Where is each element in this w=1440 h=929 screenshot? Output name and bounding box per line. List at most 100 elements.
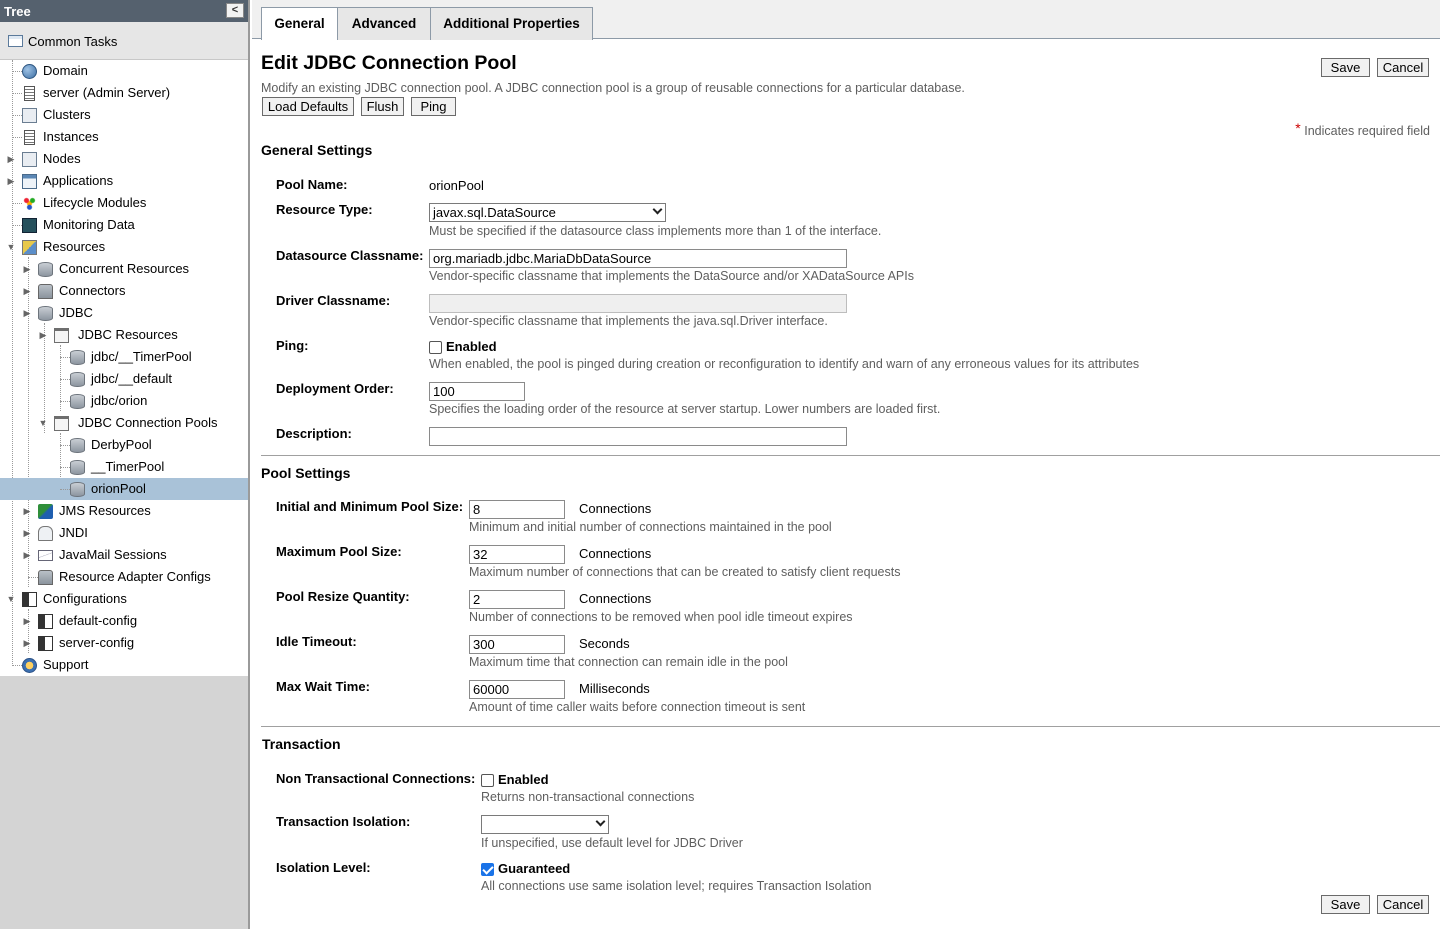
tree-item-label: DerbyPool	[91, 437, 152, 452]
max-pool-size-label: Maximum Pool Size:	[276, 544, 402, 559]
tree-body: Domain server (Admin Server) Clusters In…	[0, 60, 248, 676]
tree-item-jdbc-default[interactable]: jdbc/__default	[0, 368, 248, 390]
idle-timeout-input[interactable]	[469, 635, 565, 654]
tree-item-server-config[interactable]: ▶ server-config	[0, 632, 248, 654]
tree-item-derbypool[interactable]: DerbyPool	[0, 434, 248, 456]
expand-arrow-icon[interactable]: ▶	[38, 324, 48, 346]
max-pool-size-input[interactable]	[469, 545, 565, 564]
expand-arrow-icon[interactable]: ▶	[22, 632, 32, 654]
expand-arrow-icon[interactable]: ▶	[22, 500, 32, 522]
expand-arrow-icon[interactable]: ▶	[6, 148, 16, 170]
database-icon	[38, 262, 53, 277]
max-pool-size-unit: Connections	[579, 546, 652, 561]
tree-item-lifecycle-modules[interactable]: Lifecycle Modules	[0, 192, 248, 214]
pool-resize-quantity-input[interactable]	[469, 590, 565, 609]
tab-general[interactable]: General	[261, 7, 338, 40]
collapse-arrow-icon[interactable]: ▼	[6, 588, 16, 610]
transaction-isolation-select[interactable]	[481, 815, 609, 834]
tab-additional-properties[interactable]: Additional Properties	[430, 7, 593, 40]
resource-type-select[interactable]: javax.sql.DataSource	[429, 203, 666, 222]
description-label: Description:	[276, 426, 352, 441]
collapse-arrow-icon[interactable]: ▼	[6, 236, 16, 258]
flush-button[interactable]: Flush	[361, 97, 404, 116]
tree-item-monitoring-data[interactable]: Monitoring Data	[0, 214, 248, 236]
tree-item-resources[interactable]: ▼ Resources	[0, 236, 248, 258]
isolation-guaranteed-checkbox[interactable]	[481, 863, 494, 876]
description-input[interactable]	[429, 427, 847, 446]
tree-item-nodes[interactable]: ▶ Nodes	[0, 148, 248, 170]
expand-arrow-icon[interactable]: ▶	[6, 170, 16, 192]
initial-pool-size-input[interactable]	[469, 500, 565, 519]
pool-settings-heading: Pool Settings	[261, 465, 351, 481]
cancel-button-top[interactable]: Cancel	[1377, 58, 1429, 77]
configuration-icon	[38, 614, 53, 629]
tree-item-default-config[interactable]: ▶ default-config	[0, 610, 248, 632]
tree-item-clusters[interactable]: Clusters	[0, 104, 248, 126]
transaction-isolation-help: If unspecified, use default level for JD…	[481, 836, 743, 850]
datasource-classname-label: Datasource Classname:	[276, 248, 424, 263]
tree-item-label: __TimerPool	[91, 459, 165, 474]
tree-item-configurations[interactable]: ▼ Configurations	[0, 588, 248, 610]
expand-arrow-icon[interactable]: ▶	[22, 280, 32, 302]
tree-item-applications[interactable]: ▶ Applications	[0, 170, 248, 192]
pool-name-value: orionPool	[429, 178, 484, 193]
ping-enabled-checkbox[interactable]	[429, 341, 442, 354]
tree-item-javamail-sessions[interactable]: ▶ JavaMail Sessions	[0, 544, 248, 566]
tree-item-label: default-config	[59, 613, 138, 628]
chevron-down-icon	[652, 204, 663, 215]
expand-arrow-icon[interactable]: ▶	[22, 610, 32, 632]
common-tasks-link[interactable]: Common Tasks	[0, 22, 248, 60]
expand-arrow-icon[interactable]: ▶	[22, 544, 32, 566]
tree-item-connectors[interactable]: ▶ Connectors	[0, 280, 248, 302]
max-wait-time-label: Max Wait Time:	[276, 679, 370, 694]
tree-item-label: Clusters	[43, 107, 91, 122]
tree-item-jdbc-resources[interactable]: ▶ JDBC Resources	[0, 324, 248, 346]
tree-item-resource-adapter-configs[interactable]: Resource Adapter Configs	[0, 566, 248, 588]
tree-item-support[interactable]: Support	[0, 654, 248, 676]
driver-classname-help: Vendor-specific classname that implement…	[429, 314, 828, 328]
tree-item-label: server-config	[59, 635, 135, 650]
expand-arrow-icon[interactable]: ▶	[22, 302, 32, 324]
cancel-button-bottom[interactable]: Cancel	[1377, 895, 1429, 914]
tree-item-jdbc-orion[interactable]: jdbc/orion	[0, 390, 248, 412]
tab-advanced[interactable]: Advanced	[337, 7, 431, 40]
datasource-classname-input[interactable]	[429, 249, 847, 268]
tree-item-jdbc-timerpool[interactable]: jdbc/__TimerPool	[0, 346, 248, 368]
tree-item-instances[interactable]: Instances	[0, 126, 248, 148]
non-transactional-enabled-label: Enabled	[498, 772, 549, 787]
page-description: Modify an existing JDBC connection pool.…	[261, 81, 965, 95]
tasks-icon	[8, 35, 23, 47]
pool-name-label: Pool Name:	[276, 177, 348, 192]
collapse-tree-button[interactable]: <	[226, 3, 244, 18]
tree-item-timerpool[interactable]: __TimerPool	[0, 456, 248, 478]
tree-item-concurrent-resources[interactable]: ▶ Concurrent Resources	[0, 258, 248, 280]
max-wait-time-input[interactable]	[469, 680, 565, 699]
save-button-top[interactable]: Save	[1321, 58, 1370, 77]
jms-icon	[38, 504, 53, 519]
tree-item-server[interactable]: server (Admin Server)	[0, 82, 248, 104]
deployment-order-input[interactable]	[429, 382, 525, 401]
transaction-isolation-label: Transaction Isolation:	[276, 814, 411, 829]
deployment-order-label: Deployment Order:	[276, 381, 394, 396]
tree-item-domain[interactable]: Domain	[0, 60, 248, 82]
cluster-icon	[22, 108, 37, 123]
expand-arrow-icon[interactable]: ▶	[22, 522, 32, 544]
tree-item-label: Instances	[43, 129, 99, 144]
monitor-icon	[22, 218, 37, 233]
tree-item-orionpool[interactable]: orionPool	[0, 478, 248, 500]
load-defaults-button[interactable]: Load Defaults	[262, 97, 354, 116]
max-wait-time-help: Amount of time caller waits before conne…	[469, 700, 806, 714]
tree-item-jms-resources[interactable]: ▶ JMS Resources	[0, 500, 248, 522]
expand-arrow-icon[interactable]: ▶	[22, 258, 32, 280]
ping-button[interactable]: Ping	[411, 97, 456, 116]
node-icon	[22, 152, 37, 167]
tree-item-jdbc-connection-pools[interactable]: ▼ JDBC Connection Pools	[0, 412, 248, 434]
collapse-arrow-icon[interactable]: ▼	[38, 412, 48, 434]
tree-item-jdbc[interactable]: ▶ JDBC	[0, 302, 248, 324]
tree-item-jndi[interactable]: ▶ JNDI	[0, 522, 248, 544]
idle-timeout-help: Maximum time that connection can remain …	[469, 655, 788, 669]
tree-item-label: jdbc/__default	[91, 371, 172, 386]
save-button-bottom[interactable]: Save	[1321, 895, 1370, 914]
non-transactional-checkbox[interactable]	[481, 774, 494, 787]
driver-classname-input[interactable]	[429, 294, 847, 313]
